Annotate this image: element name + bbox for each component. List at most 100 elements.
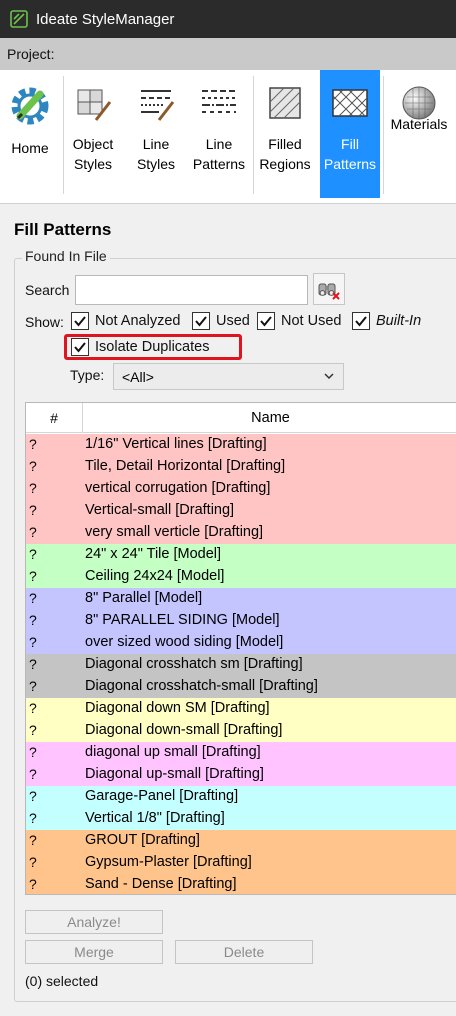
ribbon-fill-patterns-label: Fill Patterns: [323, 136, 377, 172]
row-name-cell: 8" PARALLEL SIDING [Model]: [85, 612, 280, 628]
selection-status: (0) selected: [25, 973, 99, 989]
delete-button[interactable]: Delete: [175, 940, 313, 964]
checkmark-icon: [74, 342, 86, 353]
home-gear-icon: [11, 87, 49, 125]
built-in-checkbox[interactable]: Built-In: [352, 312, 421, 330]
table-row[interactable]: ? Garage-Panel [Drafting]: [26, 786, 456, 808]
ribbon-materials-button[interactable]: Materials: [386, 70, 452, 198]
table-row[interactable]: ? 24" x 24" Tile [Model]: [26, 544, 456, 566]
ribbon-fill-patterns-button[interactable]: Fill Patterns: [320, 70, 380, 198]
row-name-cell: over sized wood siding [Model]: [85, 634, 284, 650]
table-row[interactable]: ? GROUT [Drafting]: [26, 830, 456, 852]
ribbon-line-patterns-label: Line Patterns: [192, 136, 246, 172]
table-row[interactable]: ? Diagonal crosshatch-small [Drafting]: [26, 676, 456, 698]
table-row[interactable]: ? Diagonal down-small [Drafting]: [26, 720, 456, 742]
row-name-cell: Sand - Dense [Drafting]: [85, 876, 237, 892]
checkbox-box[interactable]: [257, 312, 275, 330]
type-select[interactable]: <All>: [113, 363, 344, 390]
used-checkbox[interactable]: Used: [192, 312, 250, 330]
row-name-cell: 24" x 24" Tile [Model]: [85, 546, 222, 562]
row-name-cell: Garage-Panel [Drafting]: [85, 788, 239, 804]
table-row[interactable]: ? 1/16" Vertical lines [Drafting]: [26, 434, 456, 456]
object-styles-icon: [77, 89, 112, 121]
row-status-cell: ?: [29, 436, 37, 452]
checkbox-box[interactable]: [71, 338, 89, 356]
table-row[interactable]: ? very small verticle [Drafting]: [26, 522, 456, 544]
title-bar: Ideate StyleManager: [0, 0, 456, 38]
row-status-cell: ?: [29, 832, 37, 848]
fill-patterns-icon: [332, 89, 368, 117]
row-status-cell: ?: [29, 568, 37, 584]
line-styles-icon: [141, 90, 175, 121]
type-select-value: <All>: [122, 368, 154, 385]
table-row[interactable]: ? Gypsum-Plaster [Drafting]: [26, 852, 456, 874]
ribbon-line-styles-button[interactable]: Line Styles: [127, 70, 185, 198]
table-row[interactable]: ? vertical corrugation [Drafting]: [26, 478, 456, 500]
row-name-cell: Vertical 1/8" [Drafting]: [85, 810, 225, 826]
row-name-cell: Gypsum-Plaster [Drafting]: [85, 854, 252, 870]
checkmark-icon: [74, 316, 86, 327]
analyze-button[interactable]: Analyze!: [25, 910, 163, 934]
checkmark-icon: [260, 316, 272, 327]
row-status-cell: ?: [29, 744, 37, 760]
ribbon-line-patterns-button[interactable]: Line Patterns: [189, 70, 249, 198]
row-name-cell: diagonal up small [Drafting]: [85, 744, 261, 760]
table-row[interactable]: ? Diagonal down SM [Drafting]: [26, 698, 456, 720]
merge-button[interactable]: Merge: [25, 940, 163, 964]
ribbon-home-label: Home: [11, 140, 49, 156]
checkbox-box[interactable]: [71, 312, 89, 330]
checkbox-box[interactable]: [192, 312, 210, 330]
ribbon-filled-regions-button[interactable]: Filled Regions: [256, 70, 314, 198]
table-row[interactable]: ? Tile, Detail Horizontal [Drafting]: [26, 456, 456, 478]
show-label: Show:: [25, 314, 64, 330]
search-label: Search: [25, 282, 70, 298]
table-row[interactable]: ? Vertical-small [Drafting]: [26, 500, 456, 522]
ribbon-object-styles-button[interactable]: Object Styles: [66, 70, 120, 198]
row-status-cell: ?: [29, 722, 37, 738]
not-used-checkbox[interactable]: Not Used: [257, 312, 341, 330]
row-status-cell: ?: [29, 590, 37, 606]
fill-patterns-grid[interactable]: # Name ? 1/16" Vertical lines [Drafting]?…: [25, 402, 456, 895]
ribbon-line-styles-label: Line Styles: [136, 136, 176, 172]
row-status-cell: ?: [29, 546, 37, 562]
not-analyzed-checkbox[interactable]: Not Analyzed: [71, 312, 180, 330]
filled-regions-icon: [269, 87, 301, 119]
table-row[interactable]: ? Vertical 1/8" [Drafting]: [26, 808, 456, 830]
ribbon: Home Object Styles Line Styles Line Patt…: [0, 70, 456, 204]
line-patterns-icon: [202, 90, 236, 113]
not-analyzed-label: Not Analyzed: [95, 313, 181, 329]
row-name-cell: very small verticle [Drafting]: [85, 524, 264, 540]
table-row[interactable]: ? 8" PARALLEL SIDING [Model]: [26, 610, 456, 632]
search-input[interactable]: [75, 275, 308, 305]
row-status-cell: ?: [29, 458, 37, 474]
table-row[interactable]: ? Sand - Dense [Drafting]: [26, 874, 456, 894]
clear-search-button[interactable]: [313, 273, 345, 305]
built-in-label: Built-In: [376, 313, 422, 329]
row-name-cell: Diagonal down-small [Drafting]: [85, 722, 283, 738]
table-row[interactable]: ? 8" Parallel [Model]: [26, 588, 456, 610]
table-row[interactable]: ? Diagonal up-small [Drafting]: [26, 764, 456, 786]
table-row[interactable]: ? diagonal up small [Drafting]: [26, 742, 456, 764]
isolate-duplicates-label: Isolate Duplicates: [95, 339, 210, 355]
column-header-name[interactable]: Name: [84, 403, 456, 433]
table-row[interactable]: ? Diagonal crosshatch sm [Drafting]: [26, 654, 456, 676]
table-row[interactable]: ? Ceiling 24x24 [Model]: [26, 566, 456, 588]
ribbon-object-styles-label: Object Styles: [72, 136, 114, 172]
table-row[interactable]: ? over sized wood siding [Model]: [26, 632, 456, 654]
grid-rows: ? 1/16" Vertical lines [Drafting]? Tile, D…: [26, 434, 456, 894]
row-status-cell: ?: [29, 502, 37, 518]
isolate-duplicates-checkbox[interactable]: Isolate Duplicates: [71, 338, 209, 356]
column-header-status[interactable]: #: [26, 403, 83, 433]
row-status-cell: ?: [29, 656, 37, 672]
ribbon-separator: [63, 76, 64, 194]
ribbon-home-button[interactable]: Home: [0, 70, 60, 198]
row-status-cell: ?: [29, 810, 37, 826]
checkmark-icon: [355, 316, 367, 327]
row-name-cell: Diagonal crosshatch-small [Drafting]: [85, 678, 318, 694]
row-status-cell: ?: [29, 788, 37, 804]
row-name-cell: Tile, Detail Horizontal [Drafting]: [85, 458, 286, 474]
checkbox-box[interactable]: [352, 312, 370, 330]
checkmark-icon: [195, 316, 207, 327]
used-label: Used: [216, 313, 250, 329]
row-name-cell: vertical corrugation [Drafting]: [85, 480, 271, 496]
